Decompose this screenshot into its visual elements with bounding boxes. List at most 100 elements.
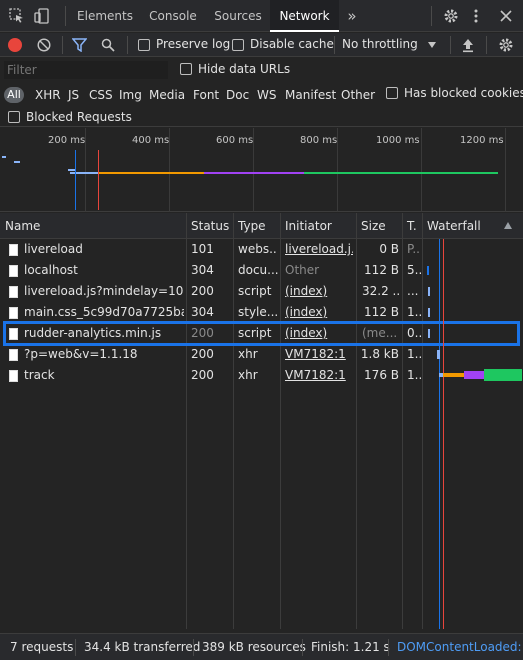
tab-elements[interactable]: Elements: [70, 0, 140, 32]
blocked-requests-checkbox[interactable]: [8, 111, 20, 123]
column-header-time[interactable]: T.: [402, 213, 422, 239]
request-status: 101: [191, 242, 214, 256]
request-name: livereload.js?mindelay=10&...: [24, 284, 184, 298]
more-tabs-button[interactable]: »: [341, 0, 363, 32]
request-count: 7 requests: [10, 640, 74, 654]
waterfall-bar: [437, 350, 440, 359]
tick-label: 1200 ms: [460, 135, 504, 146]
request-status: 200: [191, 347, 214, 361]
column-header-type[interactable]: Type: [233, 213, 280, 239]
settings-gear-icon[interactable]: [443, 8, 459, 24]
request-type: docu...: [238, 263, 278, 277]
search-icon[interactable]: [101, 38, 115, 52]
waterfall-column[interactable]: [423, 239, 523, 629]
request-initiator-link[interactable]: (index): [285, 302, 353, 323]
type-filter-js[interactable]: JS: [68, 87, 79, 103]
column-header-waterfall[interactable]: Waterfall: [422, 213, 502, 239]
status-bar: 7 requests 34.4 kB transferred 389 kB re…: [0, 633, 523, 660]
request-initiator-link[interactable]: VM7182:1: [285, 344, 353, 365]
tick-label: 1000 ms: [376, 135, 420, 146]
has-blocked-cookies-label: Has blocked cookies: [404, 86, 523, 100]
inspect-element-icon[interactable]: [9, 8, 24, 23]
blocked-requests-label: Blocked Requests: [26, 110, 132, 124]
load-line: [98, 150, 99, 210]
tab-network[interactable]: Network: [270, 0, 339, 32]
throttling-select[interactable]: No throttling: [342, 37, 418, 51]
overview-bar: [98, 172, 204, 174]
request-initiator-link[interactable]: VM7182:1: [285, 365, 353, 386]
table-row[interactable]: livereload 101 webs... livereload.j... 0…: [0, 239, 422, 260]
filter-icon[interactable]: [71, 38, 88, 53]
request-time: 1...: [407, 305, 421, 319]
record-icon[interactable]: [8, 38, 22, 52]
request-size: 1.8 kB: [360, 347, 399, 361]
sort-ascending-icon[interactable]: [504, 222, 512, 229]
close-icon[interactable]: [499, 9, 513, 23]
request-type: style...: [238, 305, 278, 319]
clear-icon[interactable]: [37, 38, 51, 52]
request-size: 32.2 ...: [362, 284, 400, 298]
waterfall-bar: [428, 329, 430, 338]
type-filter-media[interactable]: Media: [149, 87, 185, 103]
grid-line: [421, 128, 422, 212]
type-filter-css[interactable]: CSS: [89, 87, 113, 103]
hide-data-urls-checkbox[interactable]: [180, 63, 192, 75]
has-blocked-cookies-checkbox[interactable]: [386, 87, 398, 99]
file-icon: [9, 265, 18, 277]
request-size: 112 B: [364, 263, 399, 277]
overview-bar: [14, 161, 20, 163]
file-icon: [9, 307, 18, 319]
type-filter-manifest[interactable]: Manifest: [285, 87, 336, 103]
type-filter-xhr[interactable]: XHR: [35, 87, 61, 103]
request-time: 5...: [407, 263, 421, 277]
request-name: localhost: [24, 263, 78, 277]
column-header-name[interactable]: Name: [0, 213, 186, 239]
table-row[interactable]: track 200 xhr VM7182:1 176 B 1...: [0, 365, 422, 386]
tab-sources[interactable]: Sources: [206, 0, 270, 32]
more-options-icon[interactable]: [473, 8, 479, 24]
request-name: main.css_5c99d70a7725bac...: [24, 305, 184, 319]
chevron-down-icon[interactable]: [428, 42, 436, 48]
tick-label: 400 ms: [132, 135, 170, 146]
column-header-initiator[interactable]: Initiator: [280, 213, 356, 239]
tab-console[interactable]: Console: [140, 0, 206, 32]
devtools-tab-bar: Elements Console Sources Network »: [0, 0, 523, 32]
column-header-status[interactable]: Status: [186, 213, 233, 239]
import-har-icon[interactable]: [461, 37, 475, 53]
request-status: 200: [191, 368, 214, 382]
request-initiator-link[interactable]: livereload.j...: [285, 239, 353, 260]
column-header-size[interactable]: Size: [356, 213, 402, 239]
file-icon: [9, 349, 18, 361]
type-filter-ws[interactable]: WS: [257, 87, 276, 103]
timeline-overview[interactable]: 200 ms 400 ms 600 ms 800 ms 1000 ms 1200…: [0, 128, 523, 212]
network-toolbar: Preserve log Disable cache No throttling: [0, 33, 523, 57]
overview-bar: [304, 172, 498, 174]
preserve-log-checkbox[interactable]: [138, 39, 150, 51]
disable-cache-checkbox[interactable]: [232, 39, 244, 51]
waterfall-bar: [428, 308, 430, 317]
filter-input[interactable]: [4, 61, 168, 79]
table-row[interactable]: main.css_5c99d70a7725bac... 304 style...…: [0, 302, 422, 323]
divider: [388, 639, 389, 656]
overview-bar: [2, 156, 6, 158]
divider: [62, 36, 63, 54]
request-type: xhr: [238, 347, 258, 361]
resources-size: 389 kB resources: [202, 640, 306, 654]
tick-label: 800 ms: [300, 135, 338, 146]
divider: [75, 639, 76, 656]
table-row[interactable]: localhost 304 docu... Other 112 B 5...: [0, 260, 422, 281]
waterfall-bar: [428, 287, 430, 296]
device-toolbar-icon[interactable]: [34, 8, 50, 24]
type-filter-font[interactable]: Font: [193, 87, 219, 103]
request-initiator-link[interactable]: (index): [285, 281, 353, 302]
type-filter-doc[interactable]: Doc: [226, 87, 249, 103]
network-settings-gear-icon[interactable]: [498, 37, 514, 53]
type-filter-all[interactable]: All: [4, 87, 24, 103]
table-row[interactable]: livereload.js?mindelay=10&... 200 script…: [0, 281, 422, 302]
dom-content-loaded-time: DOMContentLoaded: 1: [397, 640, 523, 654]
type-filter-img[interactable]: Img: [119, 87, 142, 103]
grid-line: [505, 128, 506, 212]
type-filter-other[interactable]: Other: [341, 87, 375, 103]
table-row[interactable]: ?p=web&v=1.1.18 200 xhr VM7182:1 1.8 kB …: [0, 344, 422, 365]
request-type: webs...: [238, 242, 278, 256]
